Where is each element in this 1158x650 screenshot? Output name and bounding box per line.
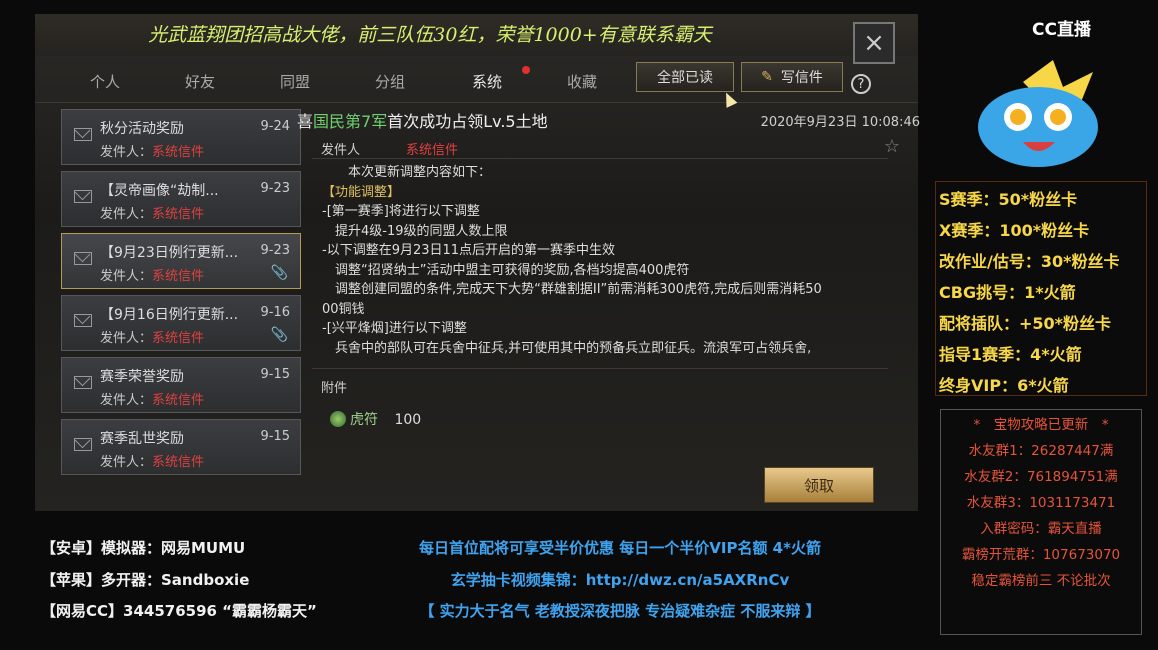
sender-value: 系统信件: [406, 143, 459, 158]
mail-body: 本次更新调整内容如下： 【功能调整】 -[第一赛季]将进行以下调整 提升4级-1…: [322, 165, 822, 356]
cc-live-logo: CC直播: [1032, 20, 1091, 40]
mail-date: 9-16: [260, 305, 290, 320]
banner-text: 光武蓝翔团招高战大佬，前三队伍30红，荣誉1000+有意联系霸天: [148, 24, 712, 46]
mail-date: 9-15: [260, 429, 290, 444]
close-button[interactable]: ×: [853, 22, 895, 64]
mail-sender: 发件人：系统信件: [100, 331, 205, 346]
mail-date: 9-23: [260, 243, 290, 258]
android-info: 【安卓】模拟器：网易MUMU: [41, 539, 246, 557]
divider: [312, 368, 888, 369]
promo-line: 指导1赛季：4*火箭: [939, 345, 1082, 364]
mail-item[interactable]: 秋分活动奖励 9-24 发件人：系统信件: [61, 109, 301, 165]
tiger-tally-icon: [330, 411, 346, 427]
mail-title: 秋分活动奖励: [100, 121, 184, 137]
slogan: 【 实力大于名气 老教授深夜把脉 专治疑难杂症 不服来辩 】: [419, 602, 821, 620]
announcement-banner: 光武蓝翔团招高战大佬，前三队伍30红，荣誉1000+有意联系霸天: [35, 14, 918, 56]
mail-detail: 喜国民第7军首次成功占领Lv.5土地 2020年9月23日 10:08:46 发…: [297, 106, 920, 506]
daily-offer: 每日首位配将可享受半价优惠 每日一个半价VIP名额 4*火箭: [419, 539, 821, 557]
pen-icon: ✎: [761, 69, 773, 85]
promo-line: 配将插队：+50*粉丝卡: [939, 314, 1112, 333]
mascot-image: [978, 60, 1098, 167]
mail-date: 9-24: [260, 119, 290, 134]
video-link: 玄学抽卡视频集锦：http://dwz.cn/a5AXRnCv: [450, 571, 790, 589]
mail-title: 赛季乱世奖励: [100, 431, 184, 447]
fan-group-panel: * 宝物攻略已更新 * 水友群1：26287447满 水友群2：76189475…: [940, 409, 1142, 635]
game-window: 光武蓝翔团招高战大佬，前三队伍30红，荣誉1000+有意联系霸天 × 个人 好友…: [35, 14, 920, 511]
help-button[interactable]: ?: [851, 74, 871, 94]
tab-personal[interactable]: 个人: [90, 71, 120, 92]
envelope-icon: [74, 190, 92, 203]
promo-line: X赛季：100*粉丝卡: [939, 221, 1090, 240]
envelope-icon: [74, 376, 92, 389]
mail-timestamp: 2020年9月23日 10:08:46: [760, 115, 920, 130]
mail-sender: 发件人：系统信件: [100, 145, 205, 160]
envelope-icon: [74, 438, 92, 451]
mail-sender: 发件人：系统信件: [100, 207, 205, 222]
promo-line: 改作业/估号：30*粉丝卡: [939, 252, 1120, 271]
mail-subject: 喜国民第7军首次成功占领Lv.5土地: [297, 112, 548, 131]
tab-group[interactable]: 分组: [375, 71, 405, 92]
mail-item[interactable]: 【灵帝画像“劫制... 9-23 发件人：系统信件: [61, 171, 301, 227]
mail-sender: 发件人：系统信件: [100, 269, 205, 284]
envelope-icon: [74, 252, 92, 265]
group-line: 水友群3：1031173471: [966, 495, 1116, 511]
claim-button[interactable]: 领取: [764, 467, 874, 503]
cc-room-info: 【网易CC】344576596 “霸霸杨霸天”: [41, 602, 317, 620]
group-line: 水友群1：26287447满: [968, 443, 1114, 459]
tab-friends[interactable]: 好友: [185, 71, 215, 92]
group-line: 水友群2：761894751满: [964, 469, 1118, 485]
group-line: 霸榜开荒群：107673070: [961, 547, 1121, 563]
write-mail-button[interactable]: ✎ 写信件: [741, 62, 843, 92]
tab-system[interactable]: 系统: [472, 71, 502, 92]
sender-label: 发件人: [321, 143, 361, 158]
star-icon[interactable]: ☆: [884, 136, 900, 157]
mail-item[interactable]: 赛季荣誉奖励 9-15 发件人：系统信件: [61, 357, 301, 413]
tab-favorites[interactable]: 收藏: [567, 71, 597, 92]
mail-title: 【9月16日例行更新...: [100, 307, 239, 323]
sender-bar: 发件人 系统信件 ☆: [312, 136, 900, 159]
attachment-item: 虎符 100: [330, 409, 421, 429]
group-line: 稳定霸榜前三 不论批次: [971, 573, 1111, 589]
mail-date: 9-23: [260, 181, 290, 196]
envelope-icon: [74, 314, 92, 327]
mail-item[interactable]: 【9月16日例行更新... 9-16 发件人：系统信件 📎: [61, 295, 301, 351]
mail-title: 【9月23日例行更新...: [100, 245, 239, 261]
ios-info: 【苹果】多开器：Sandboxie: [41, 571, 250, 589]
promo-panel: S赛季：50*粉丝卡 X赛季：100*粉丝卡 改作业/估号：30*粉丝卡 CBG…: [935, 181, 1147, 396]
promo-line: 终身VIP：6*火箭: [939, 376, 1069, 395]
group-line: 入群密码：霸天直播: [980, 521, 1102, 537]
mail-date: 9-15: [260, 367, 290, 382]
paperclip-icon: 📎: [270, 265, 288, 281]
mail-title: 赛季荣誉奖励: [100, 369, 184, 385]
mail-item[interactable]: 赛季乱世奖励 9-15 发件人：系统信件: [61, 419, 301, 475]
tab-alliance[interactable]: 同盟: [280, 71, 310, 92]
mail-sender: 发件人：系统信件: [100, 455, 205, 470]
attachment-label: 附件: [321, 381, 348, 396]
write-mail-label: 写信件: [780, 70, 823, 86]
envelope-icon: [74, 128, 92, 141]
group-line: * 宝物攻略已更新 *: [973, 417, 1109, 433]
read-all-button[interactable]: 全部已读: [636, 62, 734, 92]
promo-line: S赛季：50*粉丝卡: [939, 190, 1078, 209]
promo-line: CBG挑号：1*火箭: [939, 283, 1076, 302]
mail-sender: 发件人：系统信件: [100, 393, 205, 408]
close-icon: ×: [863, 28, 885, 58]
notification-dot: [522, 66, 530, 74]
mail-item-selected[interactable]: 【9月23日例行更新... 9-23 发件人：系统信件 📎: [61, 233, 301, 289]
mail-title: 【灵帝画像“劫制...: [100, 183, 219, 199]
paperclip-icon: 📎: [270, 327, 288, 343]
